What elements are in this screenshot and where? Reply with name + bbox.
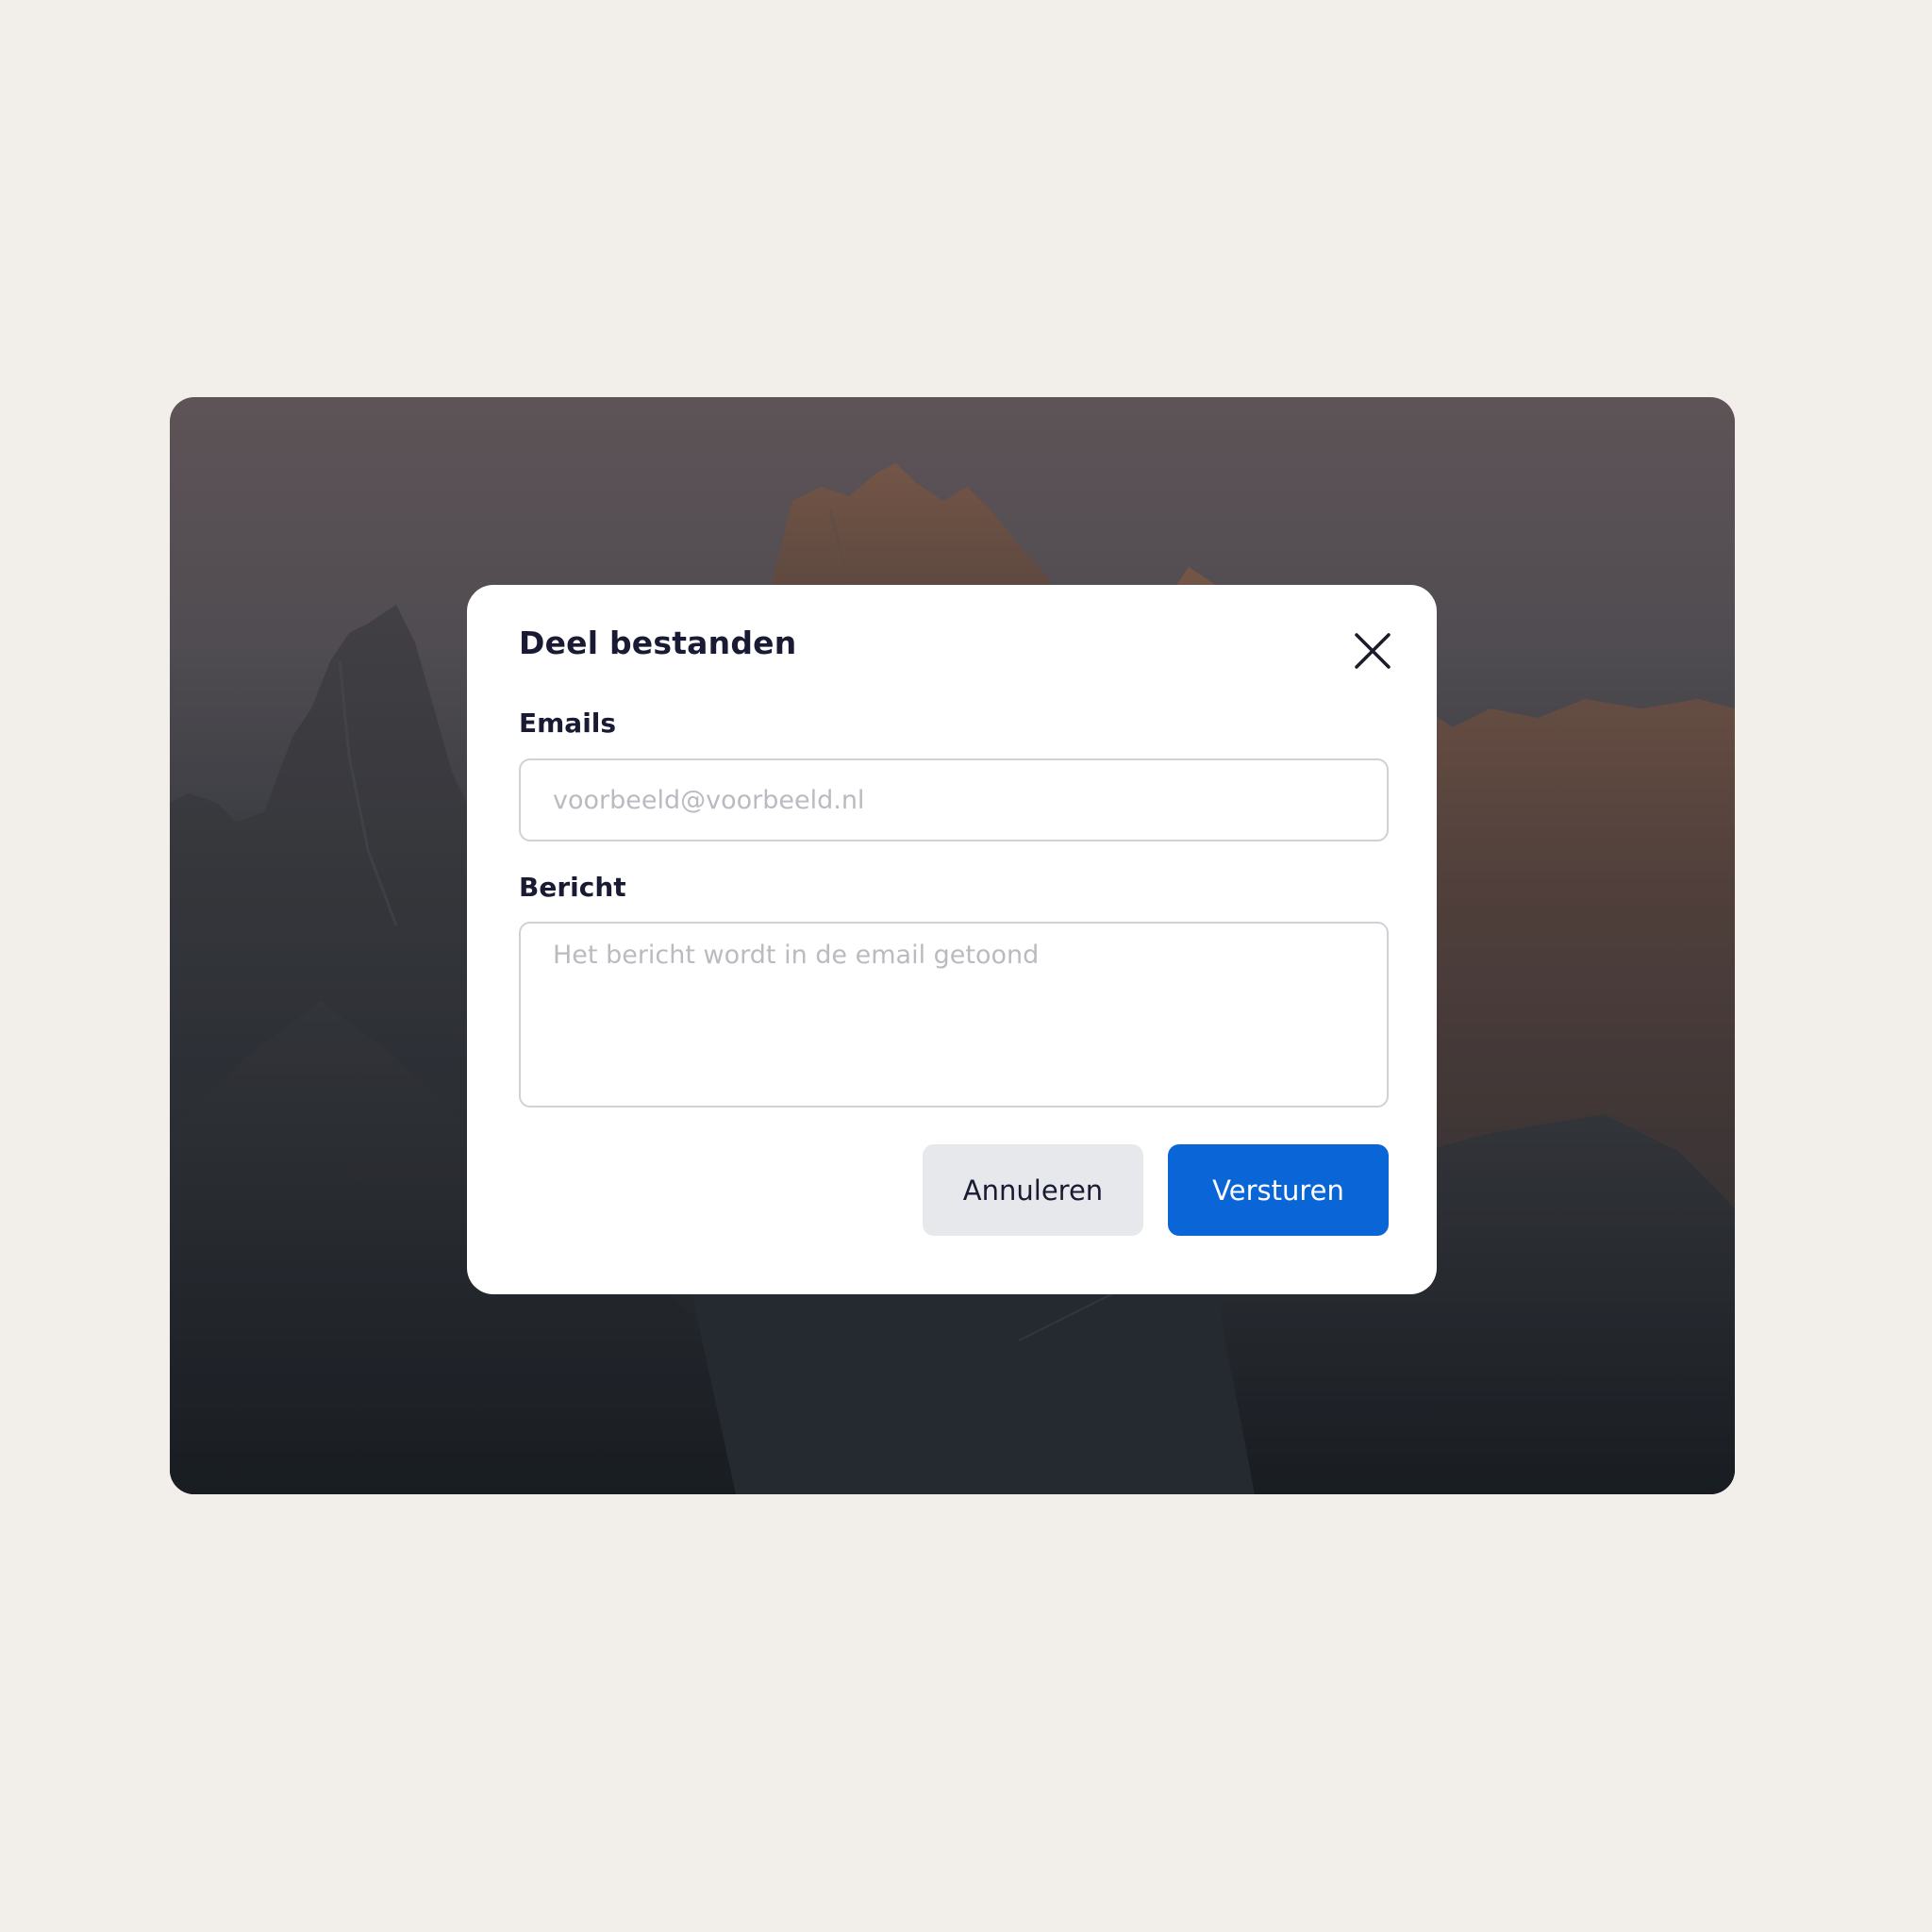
emails-label: Emails (519, 708, 617, 739)
dialog-title: Deel bestanden (519, 625, 797, 661)
share-files-dialog: Deel bestanden Emails Bericht Annuleren … (467, 585, 1437, 1294)
close-button[interactable] (1346, 625, 1399, 677)
close-icon (1355, 633, 1391, 669)
emails-input[interactable] (519, 758, 1389, 841)
message-label: Bericht (519, 872, 626, 903)
cancel-button[interactable]: Annuleren (923, 1144, 1143, 1236)
message-textarea[interactable] (519, 922, 1389, 1108)
send-button[interactable]: Versturen (1168, 1144, 1389, 1236)
